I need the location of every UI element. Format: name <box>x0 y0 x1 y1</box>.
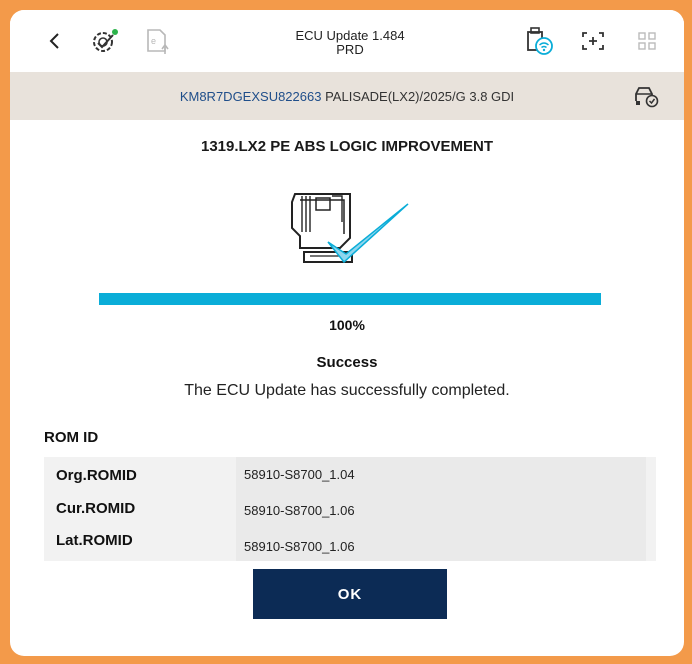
rom-value-lat: 58910-S8700_1.06 <box>244 539 355 554</box>
progress-bar-fill <box>99 293 601 305</box>
vehicle-info-bar: KM8R7DGEXSU822663 PALISADE(LX2)/2025/G 3… <box>10 72 684 120</box>
screen-capture-button[interactable] <box>576 26 610 56</box>
usb-wifi-icon <box>527 27 553 55</box>
rom-key-cur: Cur.ROMID <box>56 500 136 517</box>
rom-value-cur: 58910-S8700_1.06 <box>244 503 355 518</box>
app-window: e ECU Update 1.484 PRD KM8R7DGEXSU822663… <box>10 10 684 656</box>
back-arrow-icon <box>49 33 59 49</box>
vin-number: KM8R7DGEXSU822663 <box>179 89 322 104</box>
diagnostic-button[interactable] <box>88 26 122 56</box>
rom-values: 58910-S8700_1.04 58910-S8700_1.06 58910-… <box>236 457 646 561</box>
rom-key-lat: Lat.ROMID <box>56 532 133 549</box>
ecu-document-button[interactable]: e <box>140 26 174 56</box>
vehicle-model: PALISADE(LX2)/2025/G 3.8 GDI <box>325 89 515 104</box>
procedure-title: 1319.LX2 PE ABS LOGIC IMPROVEMENT <box>200 138 493 155</box>
grid-icon <box>638 32 656 50</box>
page-title: ECU Update 1.484 PRD <box>240 29 460 57</box>
vehicle-info: KM8R7DGEXSU822663 PALISADE(LX2)/2025/G 3… <box>10 89 684 104</box>
ecu-checkmark-icon <box>291 193 409 264</box>
ok-button[interactable]: OK <box>253 569 447 619</box>
rom-value-org: 58910-S8700_1.04 <box>244 467 355 482</box>
title-line-2: PRD <box>336 42 364 57</box>
progress-percent: 100% <box>329 317 365 333</box>
rom-key-org: Org.ROMID <box>56 467 137 484</box>
back-button[interactable] <box>38 26 72 56</box>
vehicle-check-button[interactable] <box>632 85 660 109</box>
status-text: Success <box>316 354 378 371</box>
grid-menu-button[interactable] <box>630 26 664 56</box>
screen-capture-icon <box>582 32 604 50</box>
svg-text:e: e <box>151 36 156 46</box>
status-message: The ECU Update has successfully complete… <box>184 382 510 399</box>
vehicle-check-icon <box>635 87 659 108</box>
top-bar: e ECU Update 1.484 PRD <box>10 10 684 72</box>
ecu-document-icon: e <box>147 29 169 54</box>
progress-bar <box>99 293 601 305</box>
rom-id-table: Org.ROMID Cur.ROMID Lat.ROMID 58910-S870… <box>44 457 656 561</box>
usb-wifi-button[interactable] <box>522 26 556 56</box>
rom-id-label: ROM ID <box>44 429 99 446</box>
title-line-1: ECU Update 1.484 <box>295 28 405 43</box>
ecu-success-illustration <box>280 182 410 274</box>
diagnostic-icon <box>93 29 118 52</box>
